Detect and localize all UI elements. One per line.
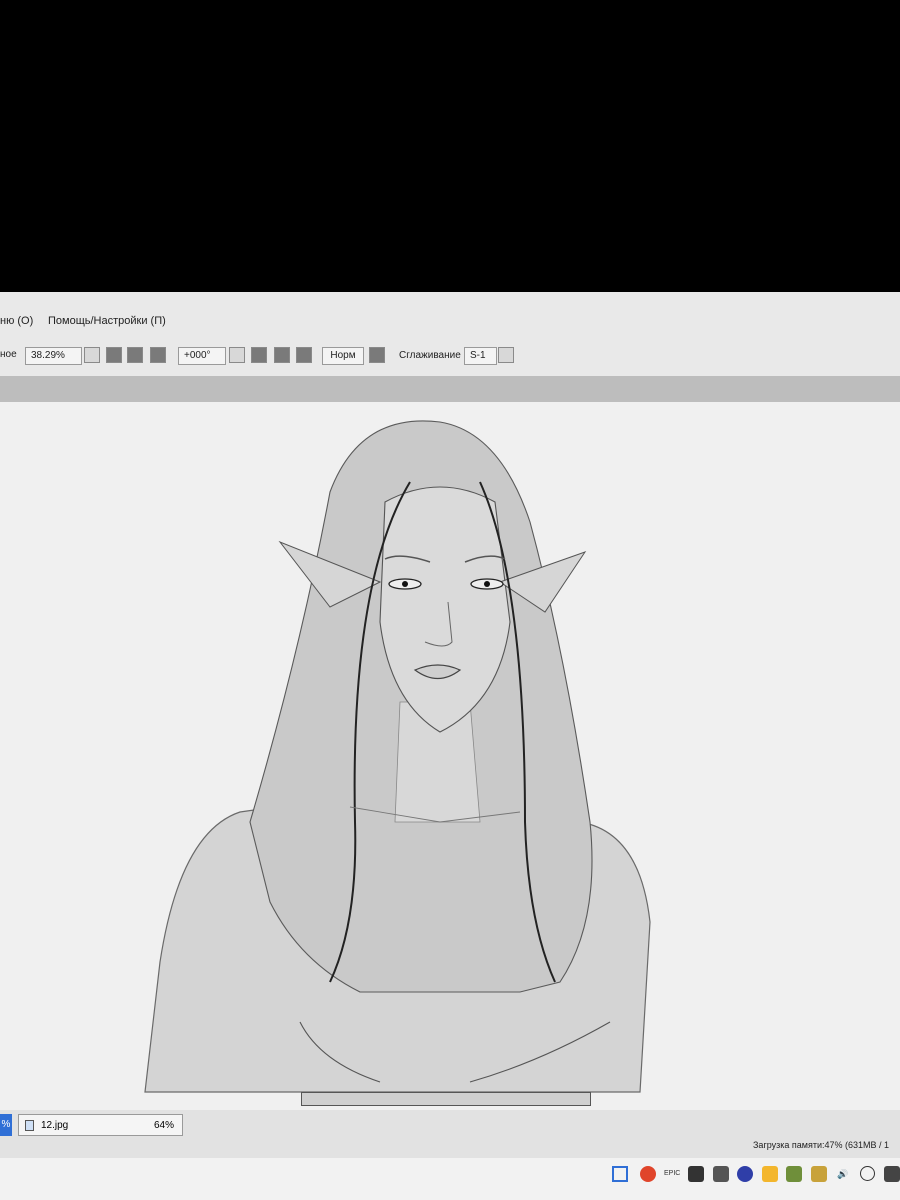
smoothing-label: Сглаживание [399, 350, 461, 361]
menu-bar: ню (O) Помощь/Настройки (П) [0, 312, 900, 332]
folder-icon[interactable] [762, 1166, 778, 1182]
document-tab[interactable]: 12.jpg 64% [18, 1114, 183, 1136]
mode-label: ное [0, 349, 17, 360]
volume-icon[interactable]: 🔊 [835, 1166, 851, 1182]
zoom-out-icon[interactable] [106, 347, 122, 363]
camera-icon[interactable] [713, 1166, 729, 1182]
fit-icon[interactable] [150, 347, 166, 363]
file-name: 12.jpg [41, 1120, 69, 1131]
app-launcher-icon[interactable] [640, 1166, 656, 1182]
shield-icon[interactable] [811, 1166, 827, 1182]
epic-games-icon[interactable]: EPIC [664, 1166, 680, 1182]
file-zoom: 64% [153, 1120, 174, 1131]
memory-status: Загрузка памяти:47% (631MB / 1 [753, 1140, 890, 1150]
normal-button[interactable]: Норм [322, 347, 364, 365]
snip-tool-icon[interactable] [612, 1166, 628, 1182]
smoothing-field[interactable]: S-1 [464, 347, 497, 365]
prev-tab-label: % [1, 1119, 11, 1130]
nvidia-icon[interactable] [786, 1166, 802, 1182]
menu-item-window[interactable]: ню (O) [0, 315, 33, 327]
prev-tab[interactable]: % [0, 1114, 12, 1136]
rotation-field[interactable]: +000° [178, 347, 226, 365]
zoom-field[interactable]: 38.29% [25, 347, 82, 365]
rotate-left-icon[interactable] [251, 347, 267, 363]
ruler-strip [0, 376, 900, 402]
reset-icon[interactable] [296, 347, 312, 363]
network-app-icon[interactable] [737, 1166, 753, 1182]
chevron-down-icon[interactable] [229, 347, 245, 363]
view-toolbar: ное 38.29% +000° Норм Сглаживание S-1 [0, 342, 900, 368]
drawing-canvas[interactable] [0, 402, 900, 1112]
horizontal-scrollbar[interactable] [301, 1092, 591, 1106]
application-window: ню (O) Помощь/Настройки (П) ное 38.29% +… [0, 292, 900, 1200]
rotate-right-icon[interactable] [274, 347, 290, 363]
menu-item-help[interactable]: Помощь/Настройки (П) [48, 315, 166, 327]
zoom-in-icon[interactable] [127, 347, 143, 363]
elf-line-drawing [144, 420, 651, 1093]
notifications-icon[interactable] [884, 1166, 900, 1182]
taskbar: EPIC 🔊 [0, 1158, 900, 1200]
flip-icon[interactable] [369, 347, 385, 363]
file-icon [25, 1120, 34, 1131]
chevron-down-icon[interactable] [84, 347, 100, 363]
recording-icon[interactable] [688, 1166, 704, 1182]
chevron-down-icon[interactable] [498, 347, 514, 363]
globe-icon[interactable] [860, 1166, 875, 1181]
